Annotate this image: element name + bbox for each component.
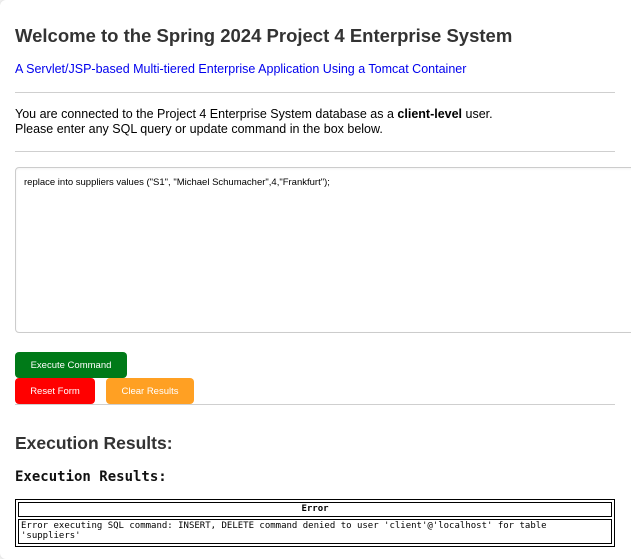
results-table: Error Error executing SQL command: INSER…: [15, 499, 615, 547]
main-card: Welcome to the Spring 2024 Project 4 Ent…: [0, 0, 631, 559]
table-header-cell: Error: [18, 502, 612, 517]
connection-info-prefix: You are connected to the Project 4 Enter…: [15, 107, 398, 121]
divider: [15, 404, 615, 405]
connection-info-suffix: user.: [462, 107, 493, 121]
instructions-text: Please enter any SQL query or update com…: [15, 121, 383, 136]
table-row: Error executing SQL command: INSERT, DEL…: [18, 518, 612, 544]
sql-query-input[interactable]: replace into suppliers values ("S1", "Mi…: [15, 167, 631, 333]
results-heading: Execution Results:: [15, 433, 173, 453]
reset-form-button[interactable]: Reset Form: [15, 378, 95, 404]
clear-results-button[interactable]: Clear Results: [106, 378, 194, 404]
divider: [15, 92, 615, 93]
table-cell: Error executing SQL command: INSERT, DEL…: [18, 518, 612, 544]
divider: [15, 151, 615, 152]
execute-command-button[interactable]: Execute Command: [15, 352, 127, 378]
table-header-row: Error: [18, 502, 612, 517]
connection-info: You are connected to the Project 4 Enter…: [15, 107, 493, 136]
results-subheading: Execution Results:: [15, 469, 167, 485]
page-title: Welcome to the Spring 2024 Project 4 Ent…: [15, 25, 513, 46]
user-level: client-level: [397, 107, 463, 121]
page-subtitle: A Servlet/JSP-based Multi-tiered Enterpr…: [15, 62, 467, 76]
